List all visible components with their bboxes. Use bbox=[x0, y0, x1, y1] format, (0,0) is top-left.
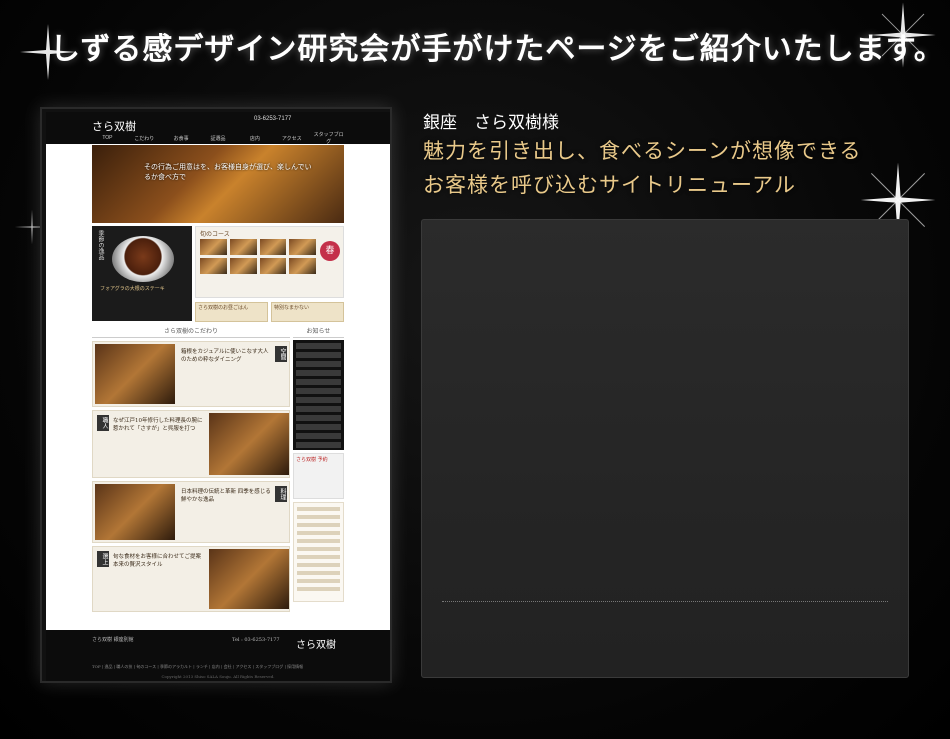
site-nav-item: お食事 bbox=[173, 135, 189, 142]
site-nav: TOP こだわり お食事 証選品 店内 アクセス スタッフブログ bbox=[91, 132, 345, 145]
site-news-feed bbox=[293, 340, 344, 450]
site-dish-image bbox=[112, 236, 174, 282]
site-seasonal-title: 季節の逸品 bbox=[97, 230, 104, 260]
site-course-thumb bbox=[200, 239, 227, 255]
site-footer-tel: Tel : 03-6253-7177 bbox=[232, 637, 280, 643]
site-nav-item: TOP bbox=[102, 135, 113, 141]
site-reserve-box: さら双樹 予約 bbox=[293, 453, 344, 499]
site-calendar-item bbox=[297, 531, 340, 535]
site-course-thumb bbox=[289, 258, 316, 274]
site-news-item bbox=[296, 406, 341, 412]
site-news-item bbox=[296, 424, 341, 430]
site-news-item bbox=[296, 370, 341, 376]
site-course-thumb bbox=[200, 258, 227, 274]
site-news-item bbox=[296, 415, 341, 421]
site-tel: 03-6253-7177 bbox=[254, 116, 292, 122]
site-banner: さら双樹のお昼ごはん bbox=[195, 302, 268, 322]
site-banner: 特別なまかない bbox=[271, 302, 344, 322]
site-feature-image bbox=[209, 549, 289, 609]
site-calendar-item bbox=[297, 563, 340, 567]
site-feature-image bbox=[95, 484, 175, 540]
work-tagline-line: 魅力を引き出し、食べるシーンが想像できる bbox=[423, 139, 862, 163]
site-feature: なぜ江戸10年修行した料理長の腕に惹かれて「さすが」と呉服を打つ 職人 bbox=[92, 410, 290, 478]
site-feature-tag: 料理 bbox=[275, 486, 287, 502]
site-course-thumb bbox=[259, 239, 287, 255]
site-feature-text: 日本料理の伝統と革新 四季を感じる鮮やかな逸品 bbox=[181, 489, 271, 504]
site-dish-caption: フォアグラの大根のステーキ bbox=[100, 286, 165, 292]
sparkle-icon bbox=[18, 22, 78, 82]
site-season-badge: 春 bbox=[320, 241, 340, 261]
site-header: さら双樹 03-6253-7177 TOP こだわり お食事 証選品 店内 アク… bbox=[46, 112, 390, 145]
site-feature-text: 箱根をカジュアルに使いこなす大人のための粋なダイニング bbox=[181, 349, 269, 364]
site-calendar-item bbox=[297, 515, 340, 519]
site-course-thumb bbox=[289, 239, 316, 255]
site-news-item bbox=[296, 433, 341, 439]
site-calendar-item bbox=[297, 507, 340, 511]
site-reserve-title: さら双樹 予約 bbox=[296, 457, 328, 463]
site-calendar-item bbox=[297, 555, 340, 559]
site-footer-links: TOP | 逸品 | 職人の技 | 旬のコース | 季節のアラカルト | ランチ… bbox=[92, 664, 304, 669]
site-feature: 日本料理の伝統と革新 四季を感じる鮮やかな逸品 料理 bbox=[92, 481, 290, 543]
site-footer: さら双樹 銀座別館 Tel : 03-6253-7177 さら双樹 TOP | … bbox=[46, 630, 390, 681]
site-nav-item: こだわり bbox=[134, 135, 155, 142]
site-feature-tag: 職人 bbox=[97, 415, 109, 431]
work-tagline-line: お客様を呼び込むサイトリニューアル bbox=[423, 173, 796, 197]
site-nav-item: アクセス bbox=[281, 135, 302, 142]
site-news-item bbox=[296, 388, 341, 394]
site-seasonal-dish: 季節の逸品 フォアグラの大根のステーキ bbox=[92, 226, 192, 321]
site-course-thumb bbox=[259, 258, 287, 274]
site-hero-text: その行為ご用意はを、お客様自身が選び、楽しんでいるか食べ方で bbox=[144, 163, 312, 181]
site-course-panel: 旬のコース 春 bbox=[195, 226, 344, 298]
dotted-divider bbox=[442, 601, 888, 602]
site-calendar-item bbox=[297, 547, 340, 551]
site-nav-item: 店内 bbox=[249, 135, 260, 142]
sparkle-icon bbox=[868, 0, 938, 70]
site-footer-copyright: Copyright 2013 Shiso SALA Souju. All Rig… bbox=[161, 674, 275, 679]
work-tagline: 魅力を引き出し、食べるシーンが想像できる お客様を呼び込むサイトリニューアル bbox=[423, 134, 923, 202]
site-feature-tag: 空間 bbox=[275, 346, 287, 362]
site-feature: 旬な食材をお客様に合わせてご提案 本来の贅沢スタイル 選上 bbox=[92, 546, 290, 612]
site-feature-text: なぜ江戸10年修行した料理長の腕に惹かれて「さすが」と呉服を打つ bbox=[113, 418, 203, 433]
site-course-title: 旬のコース bbox=[200, 231, 230, 238]
site-feature-image bbox=[95, 344, 175, 404]
site-section-title: さら双樹のこだわり bbox=[92, 326, 290, 338]
site-news-item bbox=[296, 352, 341, 358]
site-feature-text: 旬な食材をお客様に合わせてご提案 本来の贅沢スタイル bbox=[113, 554, 202, 569]
site-news-item bbox=[296, 361, 341, 367]
site-calendar-item bbox=[297, 539, 340, 543]
site-calendar-box bbox=[293, 502, 344, 602]
site-calendar-item bbox=[297, 523, 340, 527]
site-footer-logo: さら双樹 bbox=[296, 640, 336, 651]
site-course-thumb bbox=[229, 258, 257, 274]
site-nav-item: スタッフブログ bbox=[313, 132, 344, 145]
site-news-title: お知らせ bbox=[293, 326, 344, 338]
site-footer-info: さら双樹 銀座別館 bbox=[92, 637, 134, 643]
site-course-thumb bbox=[229, 239, 257, 255]
site-banners: さら双樹のお昼ごはん 特別なまかない bbox=[195, 302, 344, 322]
site-logo: さら双樹 bbox=[92, 120, 136, 133]
site-nav-item: 証選品 bbox=[210, 135, 226, 142]
site-screenshot-frame[interactable]: さら双樹 03-6253-7177 TOP こだわり お食事 証選品 店内 アク… bbox=[40, 107, 392, 683]
site-news-item bbox=[296, 397, 341, 403]
site-feature: 箱根をカジュアルに使いこなす大人のための粋なダイニング 空間 bbox=[92, 341, 290, 407]
site-calendar-item bbox=[297, 571, 340, 575]
site-news-item bbox=[296, 442, 341, 448]
site-feature-tag: 選上 bbox=[97, 551, 109, 567]
site-calendar-item bbox=[297, 587, 340, 591]
site-calendar-item bbox=[297, 579, 340, 583]
site-feature-image bbox=[209, 413, 289, 475]
site-news-item bbox=[296, 379, 341, 385]
page-heading: しずる感デザイン研究会が手がけたページをご紹介いたします。 bbox=[50, 32, 945, 67]
site-hero-image: その行為ご用意はを、お客様自身が選び、楽しんでいるか食べ方で bbox=[92, 145, 344, 223]
site-course-thumbs bbox=[200, 239, 316, 274]
site-screenshot: さら双樹 03-6253-7177 TOP こだわり お食事 証選品 店内 アク… bbox=[46, 112, 390, 681]
client-name: 銀座 さら双樹様 bbox=[423, 113, 559, 133]
description-panel bbox=[421, 219, 909, 678]
site-news-item bbox=[296, 343, 341, 349]
